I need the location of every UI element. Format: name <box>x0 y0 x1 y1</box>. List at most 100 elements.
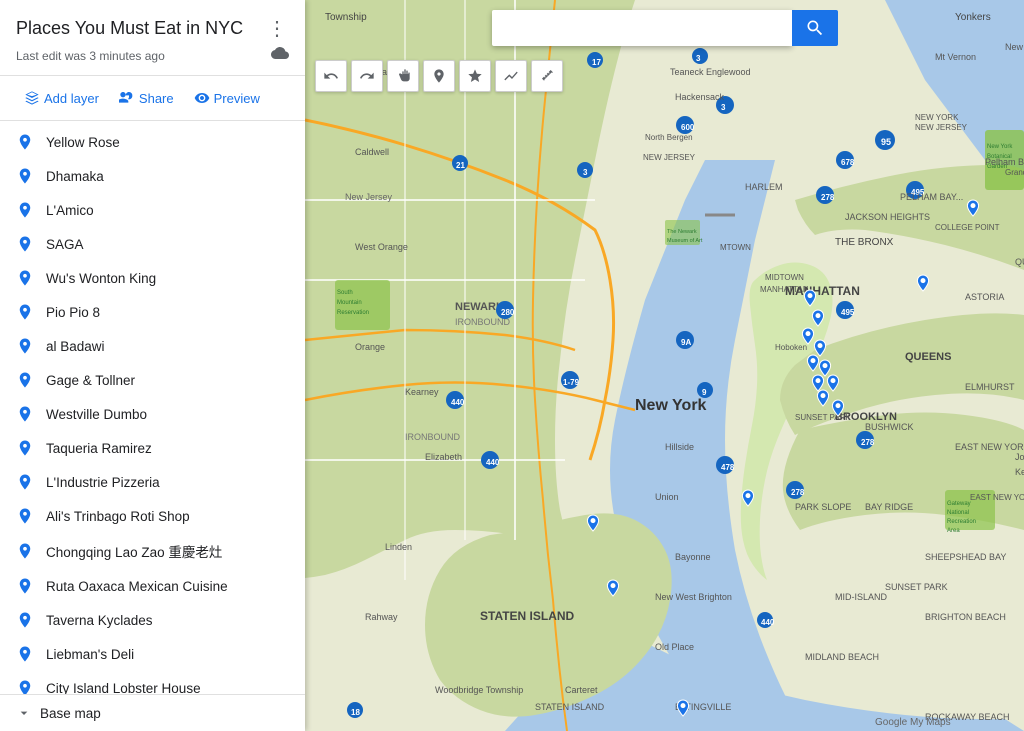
svg-text:Mt Vernon: Mt Vernon <box>935 52 976 62</box>
place-name: Dhamaka <box>46 169 104 184</box>
place-name: Taverna Kyclades <box>46 613 153 628</box>
place-item-6[interactable]: al Badawi <box>0 329 305 363</box>
svg-text:New York: New York <box>987 144 1013 150</box>
place-item-12[interactable]: Chongqing Lao Zao 重慶老灶 <box>0 533 305 569</box>
svg-text:BAY RIDGE: BAY RIDGE <box>865 502 913 512</box>
place-pin-icon <box>16 337 34 355</box>
svg-text:The Newark: The Newark <box>667 229 697 235</box>
place-item-8[interactable]: Westville Dumbo <box>0 397 305 431</box>
place-item-7[interactable]: Gage & Tollner <box>0 363 305 397</box>
search-input[interactable] <box>492 10 792 46</box>
place-name: Westville Dumbo <box>46 407 147 422</box>
preview-label: Preview <box>214 91 260 106</box>
place-pin-icon <box>16 371 34 389</box>
redo-button[interactable] <box>351 60 383 92</box>
svg-text:NEW YORK: NEW YORK <box>915 113 959 122</box>
star-icon <box>467 68 483 84</box>
place-item-9[interactable]: Taqueria Ramirez <box>0 431 305 465</box>
place-pin-icon <box>16 133 34 151</box>
svg-text:278: 278 <box>861 438 875 447</box>
svg-text:COLLEGE POINT: COLLEGE POINT <box>935 223 1000 232</box>
search-button[interactable] <box>792 10 838 46</box>
line-icon <box>503 68 519 84</box>
svg-text:HARLEM: HARLEM <box>745 182 783 192</box>
svg-text:18: 18 <box>351 708 360 717</box>
place-item-3[interactable]: SAGA <box>0 227 305 261</box>
svg-text:17: 17 <box>592 58 601 67</box>
map-title: Places You Must Eat in NYC <box>16 18 243 39</box>
place-name: Pio Pio 8 <box>46 305 100 320</box>
add-layer-button[interactable]: Add layer <box>16 84 107 112</box>
sidebar: Places You Must Eat in NYC ⋮ Last edit w… <box>0 0 305 731</box>
pin-icon <box>431 68 447 84</box>
undo-button[interactable] <box>315 60 347 92</box>
redo-icon <box>359 68 375 84</box>
svg-text:600: 600 <box>681 123 695 132</box>
more-menu-icon[interactable]: ⋮ <box>265 16 289 40</box>
place-pin-icon <box>16 269 34 287</box>
place-pin-icon <box>16 645 34 663</box>
svg-text:Woodbridge Township: Woodbridge Township <box>435 685 523 695</box>
place-item-16[interactable]: City Island Lobster House <box>0 671 305 694</box>
map-area[interactable]: NEWARK IRONBOUND IRONBOUND MANHATTAN BRO… <box>305 0 1024 731</box>
svg-text:EAST NEW YORK: EAST NEW YORK <box>970 493 1024 502</box>
svg-text:3: 3 <box>583 168 588 177</box>
share-label: Share <box>139 91 174 106</box>
svg-text:South: South <box>337 290 353 296</box>
toolbar: Add layer Share Preview <box>0 76 305 121</box>
place-pin-icon <box>16 303 34 321</box>
pin-tool-button[interactable] <box>423 60 455 92</box>
place-pin-icon <box>16 611 34 629</box>
add-layer-label: Add layer <box>44 91 99 106</box>
place-pin-icon <box>16 201 34 219</box>
place-item-2[interactable]: L'Amico <box>0 193 305 227</box>
place-name: Ruta Oaxaca Mexican Cuisine <box>46 579 228 594</box>
svg-text:478: 478 <box>721 463 735 472</box>
place-pin-icon <box>16 577 34 595</box>
place-item-11[interactable]: Ali's Trinbago Roti Shop <box>0 499 305 533</box>
base-map-section[interactable]: Base map <box>0 694 305 731</box>
sidebar-header: Places You Must Eat in NYC ⋮ Last edit w… <box>0 0 305 76</box>
svg-text:PELHAM BAY...: PELHAM BAY... <box>900 192 963 202</box>
svg-text:West Orange: West Orange <box>355 242 408 252</box>
svg-text:MIDLAND BEACH: MIDLAND BEACH <box>805 652 879 662</box>
chevron-down-icon <box>16 705 32 721</box>
svg-text:MID-ISLAND: MID-ISLAND <box>835 592 888 602</box>
svg-text:MTOWN: MTOWN <box>720 243 751 252</box>
place-item-5[interactable]: Pio Pio 8 <box>0 295 305 329</box>
place-item-4[interactable]: Wu's Wonton King <box>0 261 305 295</box>
place-item-10[interactable]: L'Industrie Pizzeria <box>0 465 305 499</box>
svg-text:EAST NEW YORK: EAST NEW YORK <box>955 442 1024 452</box>
svg-text:John F...: John F... <box>1015 452 1024 462</box>
place-name: L'Industrie Pizzeria <box>46 475 160 490</box>
star-tool-button[interactable] <box>459 60 491 92</box>
svg-text:1-79: 1-79 <box>563 378 580 387</box>
svg-text:STATEN ISLAND: STATEN ISLAND <box>480 609 575 623</box>
svg-text:278: 278 <box>791 488 805 497</box>
svg-text:National: National <box>947 510 969 516</box>
svg-text:PARK SLOPE: PARK SLOPE <box>795 502 851 512</box>
place-item-1[interactable]: Dhamaka <box>0 159 305 193</box>
line-tool-button[interactable] <box>495 60 527 92</box>
ruler-button[interactable] <box>531 60 563 92</box>
svg-text:BRIGHTON BEACH: BRIGHTON BEACH <box>925 612 1006 622</box>
map-canvas: NEWARK IRONBOUND IRONBOUND MANHATTAN BRO… <box>305 0 1024 731</box>
svg-text:NEW JERSEY: NEW JERSEY <box>915 123 968 132</box>
subtitle-row: Last edit was 3 minutes ago <box>16 44 289 67</box>
svg-text:Grand C...: Grand C... <box>1005 168 1024 177</box>
place-name: SAGA <box>46 237 84 252</box>
svg-text:THE BRONX: THE BRONX <box>835 237 894 248</box>
svg-text:New Jersey: New Jersey <box>345 192 393 202</box>
svg-text:440: 440 <box>486 458 500 467</box>
svg-text:Google My Maps: Google My Maps <box>875 717 951 728</box>
place-name: Yellow Rose <box>46 135 120 150</box>
place-item-13[interactable]: Ruta Oaxaca Mexican Cuisine <box>0 569 305 603</box>
preview-button[interactable]: Preview <box>186 84 268 112</box>
place-item-14[interactable]: Taverna Kyclades <box>0 603 305 637</box>
search-bar <box>492 10 838 46</box>
hand-tool-button[interactable] <box>387 60 419 92</box>
svg-text:Recreation: Recreation <box>947 519 976 525</box>
share-button[interactable]: Share <box>111 84 182 112</box>
place-item-0[interactable]: Yellow Rose <box>0 125 305 159</box>
place-item-15[interactable]: Liebman's Deli <box>0 637 305 671</box>
